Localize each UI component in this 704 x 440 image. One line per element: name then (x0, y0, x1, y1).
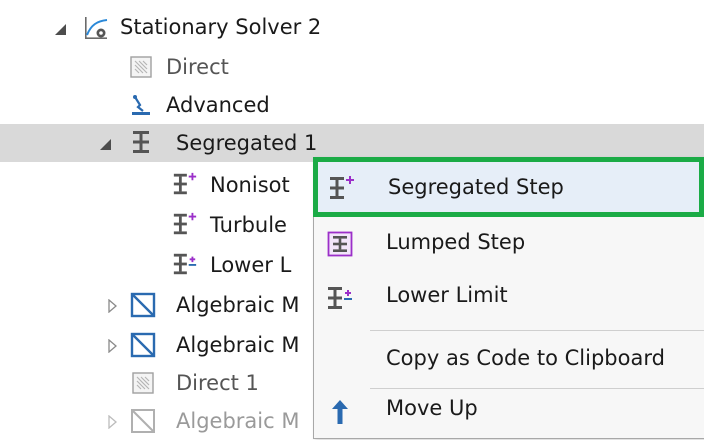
tree-label: Lower L (210, 253, 292, 277)
expand-arrow-icon[interactable] (105, 414, 121, 430)
stationary-solver-icon (83, 15, 109, 41)
collapse-arrow-icon[interactable] (97, 136, 113, 152)
menu-item-label: Move Up (386, 396, 478, 420)
advanced-icon (128, 92, 154, 118)
tree-label: Algebraic M (176, 409, 300, 433)
segregated-icon (128, 129, 154, 155)
tree-label: Algebraic M (176, 333, 300, 357)
tree-row-direct[interactable]: Direct (0, 48, 704, 86)
highlight-box (313, 157, 704, 217)
menu-item-move-up[interactable]: Move Up (314, 392, 704, 438)
menu-separator (370, 330, 704, 331)
direct-solver-icon (128, 54, 154, 80)
lumped-step-icon (326, 230, 354, 258)
tree-label: Nonisot (210, 173, 290, 197)
lower-limit-icon (172, 251, 198, 277)
tree-row-stationary-solver[interactable]: Stationary Solver 2 (0, 8, 704, 46)
algebraic-icon (130, 332, 156, 358)
menu-item-lumped-step[interactable]: Lumped Step (314, 218, 704, 270)
tree-label: Segregated 1 (176, 131, 318, 155)
segregated-step-icon (172, 211, 198, 237)
tree-row-advanced[interactable]: Advanced (0, 86, 704, 124)
menu-item-label: Lumped Step (386, 230, 526, 254)
tree-label: Direct (166, 55, 229, 79)
collapse-arrow-icon[interactable] (52, 21, 68, 37)
menu-item-label: Copy as Code to Clipboard (386, 346, 665, 370)
menu-item-label: Lower Limit (386, 283, 508, 307)
menu-separator (370, 388, 704, 389)
algebraic-icon (130, 292, 156, 318)
direct-solver-icon (130, 370, 156, 396)
menu-item-copy-as-code[interactable]: Copy as Code to Clipboard (314, 334, 704, 386)
tree-label: Turbule (210, 213, 287, 237)
lower-limit-icon (326, 284, 354, 312)
arrow-up-icon (326, 398, 354, 426)
segregated-step-icon (172, 171, 198, 197)
expand-arrow-icon[interactable] (105, 298, 121, 314)
tree-label: Direct 1 (176, 371, 259, 395)
tree-label: Advanced (166, 93, 270, 117)
tree-label: Algebraic M (176, 293, 300, 317)
menu-item-lower-limit[interactable]: Lower Limit (314, 272, 704, 324)
expand-arrow-icon[interactable] (105, 338, 121, 354)
tree-label: Stationary Solver 2 (120, 15, 322, 39)
algebraic-icon (130, 408, 156, 434)
